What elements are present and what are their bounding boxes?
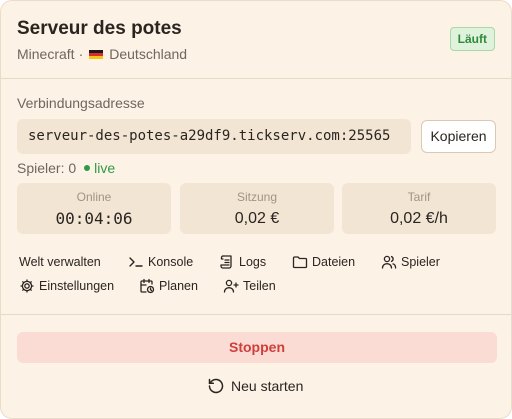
rotate-ccw-icon [208,378,224,394]
stat-online: Online 00:04:06 [17,183,171,234]
logs-label: Logs [239,255,267,269]
germany-flag-icon [89,49,104,59]
server-name: Serveur des potes [17,18,182,39]
header-divider [1,78,511,79]
stat-label: Tarif [407,190,431,204]
region-name: Deutschland [109,46,188,62]
files-link[interactable]: Dateien [292,254,355,270]
stat-label: Online [76,190,112,204]
stat-value: 00:04:06 [55,209,133,228]
stat-label: Sitzung [236,190,278,204]
stat-session: Sitzung 0,02 € [180,183,334,234]
restart-label: Neu starten [231,378,304,394]
schedule-link[interactable]: Planen [139,278,198,294]
actions-divider [1,314,511,315]
player-status: Spieler: 0 live [17,160,115,176]
stat-rate: Tarif 0,02 €/h [342,183,496,234]
server-meta: Minecraft · Deutschland [17,45,495,63]
manage-world-label: Welt verwalten [19,255,101,269]
calendar-clock-icon [140,278,155,294]
players-link[interactable]: Spieler [381,254,440,270]
schedule-label: Planen [159,279,198,293]
server-card: Serveur des potes Minecraft · Deutschlan… [0,0,512,419]
players-label: Spieler [401,255,440,269]
address-field[interactable]: serveur-des-potes-a29df9.tickserv.com:25… [17,119,411,154]
console-label: Konsole [148,255,194,269]
live-indicator: live [84,160,115,176]
user-plus-icon [223,279,239,293]
live-dot-icon [84,165,91,171]
settings-link[interactable]: Einstellungen [19,278,114,294]
users-icon [381,255,397,269]
folder-icon [292,256,308,269]
player-count: Spieler: 0 [17,160,77,176]
copy-button[interactable]: Kopieren [421,120,496,153]
manage-world-link[interactable]: Welt verwalten [19,254,101,270]
console-link[interactable]: Konsole [128,254,193,270]
live-label: live [94,160,116,176]
share-link[interactable]: Teilen [223,278,276,294]
terminal-icon [129,257,143,267]
gear-icon [20,279,34,293]
settings-label: Einstellungen [39,279,115,293]
files-label: Dateien [312,255,356,269]
logs-link[interactable]: Logs [219,254,266,270]
status-badge: Läuft [449,27,495,51]
meta-separator: · [78,46,84,62]
server-header: Serveur des potes Minecraft · Deutschlan… [17,17,495,63]
stat-value: 0,02 €/h [390,210,448,227]
share-label: Teilen [243,279,276,293]
address-label: Verbindungsadresse [17,95,145,111]
scroll-icon [220,255,232,269]
stop-button[interactable]: Stoppen [17,332,497,363]
restart-button[interactable]: Neu starten [207,377,303,395]
game-name: Minecraft [17,46,75,62]
stat-value: 0,02 € [234,210,280,227]
